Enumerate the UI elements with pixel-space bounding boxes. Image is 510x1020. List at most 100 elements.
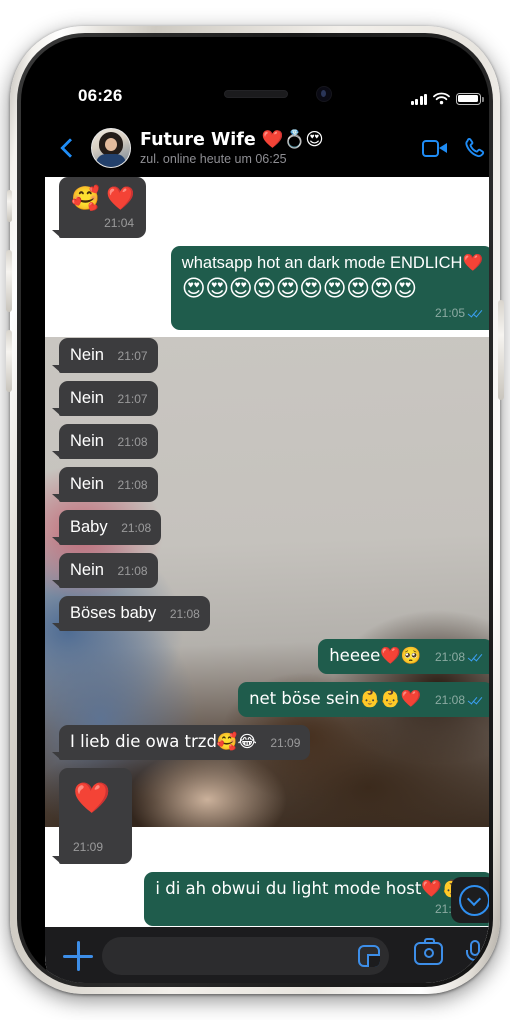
message-bubble-incoming[interactable]: Baby 21:08 (51, 510, 162, 545)
camera-icon[interactable] (414, 938, 443, 965)
message-meta: 21:09 (155, 898, 483, 920)
sticker-icon[interactable] (358, 945, 380, 967)
message-text: Nein (70, 432, 104, 450)
back-button[interactable] (49, 138, 91, 158)
message-text: I lieb die owa trzd🥰😂 (70, 732, 257, 751)
contact-info[interactable]: Future Wife ❤️💍😍 zul. online heute um 06… (140, 130, 422, 167)
message-bubble-incoming[interactable]: Nein 21:07 (52, 338, 158, 373)
message-meta: 21:08 (118, 560, 148, 582)
message-time: 21:07 (117, 349, 148, 363)
volume-up-button[interactable] (6, 250, 12, 312)
message-bubble-incoming[interactable]: 🥰 ❤️ 21:04 (51, 177, 147, 238)
chevron-down-circle-icon (458, 884, 489, 916)
message-meta: 21:04 (71, 212, 134, 234)
status-indicators (410, 89, 484, 105)
chat-message-area[interactable]: 🥰 ❤️ 21:04 whatsapp hot an dark mode END… (45, 177, 489, 983)
contact-presence: zul. online heute um 06:25 (140, 151, 287, 166)
message-bubble-outgoing[interactable]: i di ah obwui du light mode host❤️👶👶 21:… (144, 872, 489, 926)
message-meta: 21:08 (170, 603, 200, 625)
contact-name: Future Wife ❤️💍😍 (140, 129, 324, 150)
message-meta: 21:08 (118, 474, 148, 496)
front-camera (316, 86, 332, 102)
message-bubble-incoming[interactable]: Nein 21:08 (52, 553, 158, 588)
message-time: 21:08 (117, 435, 148, 449)
message-time: 21:09 (73, 840, 104, 854)
read-receipt-icon (467, 651, 483, 662)
message-row: Nein 21:08 (45, 467, 489, 502)
wifi-icon (433, 92, 450, 105)
message-bubble-outgoing[interactable]: whatsapp hot an dark mode ENDLICH❤️ 😍😍😍😍… (170, 246, 489, 330)
message-input-field[interactable] (102, 937, 389, 975)
phone-device: 🥰 ❤️ 21:04 whatsapp hot an dark mode END… (0, 0, 510, 1020)
message-time: 21:09 (270, 736, 301, 750)
back-chevron-icon (60, 138, 80, 158)
message-meta: 21:08 (121, 517, 151, 539)
message-text: Böses baby (70, 604, 157, 622)
message-time: 21:08 (434, 650, 465, 664)
message-text-emoji-line: 😍😍😍😍😍😍😍😍😍😍 (181, 276, 417, 302)
device-notch (168, 77, 384, 108)
message-row: i di ah obwui du light mode host❤️👶👶 21:… (45, 872, 489, 926)
plus-icon[interactable] (63, 941, 93, 971)
message-row: Nein 21:07 (45, 381, 489, 416)
message-bubble-incoming[interactable]: Nein 21:08 (52, 424, 158, 459)
message-bubble-incoming[interactable]: ❤️ 21:09 (51, 768, 133, 864)
video-camera-icon[interactable] (422, 139, 447, 157)
chat-header: Future Wife ❤️💍😍 zul. online heute um 06… (45, 119, 489, 177)
message-meta: 21:09 (270, 732, 300, 754)
power-button[interactable] (498, 300, 504, 400)
message-text: i di ah obwui du light mode host❤️👶👶 (155, 879, 483, 898)
message-meta: 21:08 (435, 689, 483, 711)
volume-down-button[interactable] (6, 330, 12, 392)
message-text: Nein (70, 346, 104, 364)
message-time: 21:08 (169, 607, 200, 621)
read-receipt-icon (467, 694, 483, 705)
message-meta: 21:07 (118, 345, 148, 367)
scroll-to-bottom-button[interactable] (451, 877, 489, 923)
message-row: 🥰 ❤️ 21:04 (45, 177, 489, 238)
status-time: 06:26 (78, 86, 123, 105)
read-receipt-icon (467, 307, 483, 318)
message-bubble-incoming[interactable]: I lieb die owa trzd🥰😂 21:09 (51, 725, 311, 760)
message-row: net böse sein👶👶❤️ 21:08 (45, 682, 489, 717)
message-row: ❤️ 21:09 (45, 768, 489, 864)
header-actions (422, 136, 489, 160)
message-meta: 21:09 (73, 836, 110, 858)
phone-screen: 🥰 ❤️ 21:04 whatsapp hot an dark mode END… (45, 77, 489, 983)
battery-full-icon (456, 92, 484, 105)
phone-body: 🥰 ❤️ 21:04 whatsapp hot an dark mode END… (21, 37, 489, 983)
message-bubble-outgoing[interactable]: net böse sein👶👶❤️ 21:08 (238, 682, 489, 717)
message-bubble-incoming[interactable]: Nein 21:08 (52, 467, 158, 502)
message-text: net böse sein👶👶❤️ (249, 689, 422, 708)
message-bubble-incoming[interactable]: Böses baby 21:08 (52, 596, 210, 631)
message-time: 21:08 (117, 478, 148, 492)
message-bubble-incoming[interactable]: Nein 21:07 (52, 381, 158, 416)
silent-switch[interactable] (7, 190, 12, 222)
phone-handset-icon[interactable] (463, 136, 487, 160)
message-text: Nein (70, 389, 104, 407)
earpiece-speaker (224, 90, 288, 98)
message-time: 21:04 (104, 216, 135, 230)
message-row: Nein 21:07 (45, 338, 489, 373)
message-text: 🥰 ❤️ (71, 186, 135, 212)
message-bubble-outgoing[interactable]: heeee❤️🥺 21:08 (318, 639, 489, 674)
message-row: Nein 21:08 (45, 424, 489, 459)
message-time: 21:08 (117, 564, 148, 578)
message-row: Baby 21:08 (45, 510, 489, 545)
message-text: Nein (70, 475, 104, 493)
message-time: 21:08 (434, 693, 465, 707)
message-meta: 21:08 (435, 646, 483, 668)
message-text: ❤️ (73, 781, 111, 816)
message-row: heeee❤️🥺 21:08 (45, 639, 489, 674)
message-row: whatsapp hot an dark mode ENDLICH❤️ 😍😍😍😍… (45, 246, 489, 330)
microphone-icon[interactable] (465, 940, 485, 966)
message-list: 🥰 ❤️ 21:04 whatsapp hot an dark mode END… (45, 177, 489, 983)
message-meta: 21:05 (182, 302, 483, 324)
message-row: Böses baby 21:08 (45, 596, 489, 631)
message-text: whatsapp hot an dark mode ENDLICH❤️ (181, 254, 483, 272)
message-row: Nein 21:08 (45, 553, 489, 588)
signal-bars-icon (410, 93, 427, 105)
message-time: 21:05 (434, 306, 465, 320)
message-text: heeee❤️🥺 (329, 646, 422, 665)
avatar[interactable] (91, 128, 131, 168)
